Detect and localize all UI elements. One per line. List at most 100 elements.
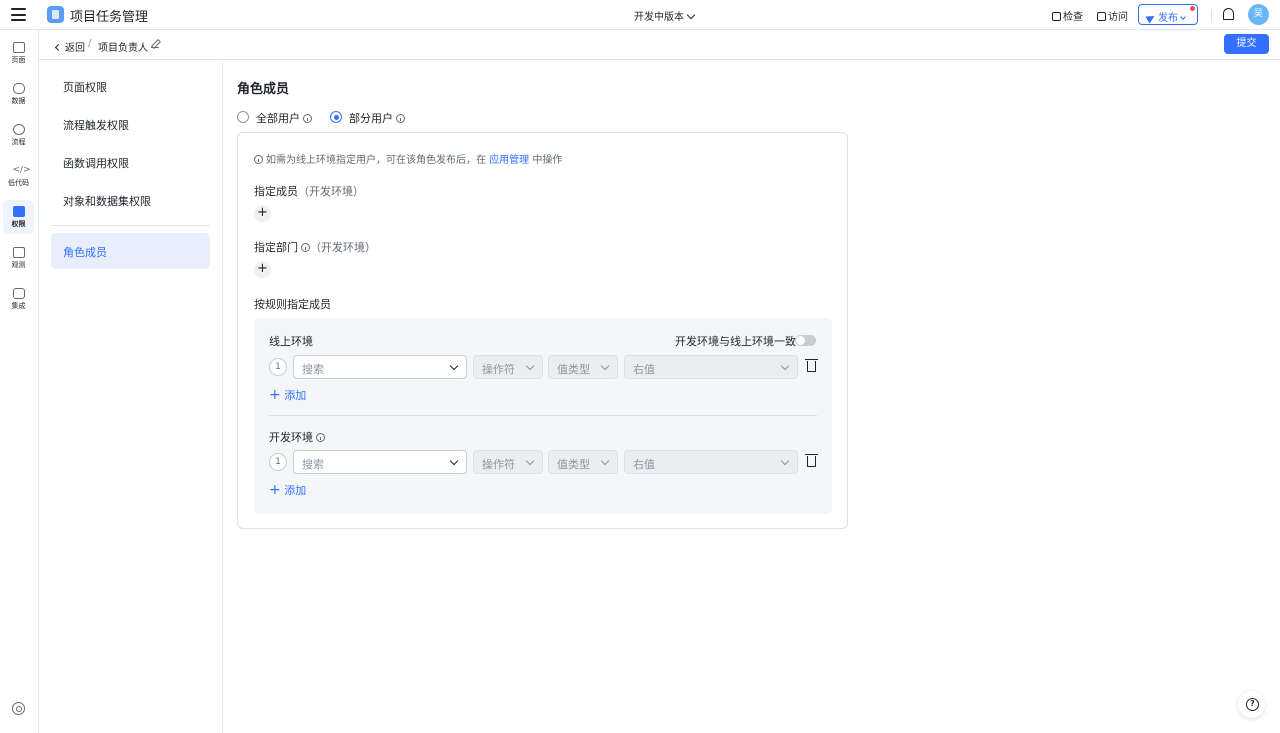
select-placeholder: 值类型 — [557, 363, 590, 376]
right-value-select[interactable]: 右值 — [624, 355, 798, 379]
select-placeholder: 操作符 — [482, 458, 515, 471]
left-nav: 页面 数据 流程 </> 低代码 权限 观测 集成 — [0, 30, 39, 733]
nav-label: 页面 — [11, 56, 26, 64]
value-type-select[interactable]: 值类型 — [548, 355, 618, 379]
nav-item-permission[interactable]: 权限 — [3, 200, 34, 234]
bell-icon[interactable] — [1223, 8, 1234, 20]
submit-button[interactable]: 提交 — [1224, 34, 1269, 54]
back-label: 返回 — [65, 43, 85, 54]
right-value-select[interactable]: 右值 — [624, 450, 798, 474]
hint-suffix: 中操作 — [532, 155, 563, 166]
select-placeholder: 右值 — [633, 458, 655, 471]
nav-label: 数据 — [11, 97, 26, 105]
inspect-icon — [1052, 12, 1061, 21]
chevron-down-icon — [525, 361, 535, 371]
radio-label-text: 部分用户 — [349, 112, 393, 125]
menu-icon[interactable] — [11, 8, 26, 21]
nav-item-flow[interactable]: 流程 — [3, 118, 34, 152]
page-icon — [12, 42, 25, 53]
label-text: 指定成员 — [254, 185, 298, 198]
role-title: 项目负责人 — [98, 43, 148, 54]
inspect-label: 检查 — [1063, 12, 1083, 23]
rule-panel: 线上环境 开发环境与线上环境一致 1 搜索 操作符 值类型 右值 + 添加 开发… — [254, 318, 832, 514]
select-placeholder: 搜索 — [302, 458, 324, 471]
menu-item-function-permission[interactable]: 函数调用权限 — [51, 144, 210, 180]
back-button[interactable]: 返回 — [54, 39, 85, 54]
monitor-icon — [12, 247, 25, 258]
rule-index: 1 — [269, 453, 287, 471]
nav-item-integration[interactable]: 集成 — [3, 282, 34, 316]
nav-label: 低代码 — [8, 179, 29, 187]
database-icon — [12, 83, 25, 94]
label-sub: （开发环境） — [310, 241, 376, 254]
chevron-down-icon — [600, 456, 610, 466]
label-text: 指定部门 — [254, 241, 298, 254]
nav-item-page[interactable]: 页面 — [3, 36, 34, 70]
briefcase-icon — [12, 206, 25, 217]
add-member-button[interactable]: + — [254, 205, 271, 222]
info-icon[interactable] — [303, 114, 312, 123]
settings-icon[interactable] — [12, 702, 25, 715]
menu-item-role-members[interactable]: 角色成员 — [51, 233, 210, 269]
visit-icon — [1097, 12, 1106, 21]
app-management-link[interactable]: 应用管理 — [489, 155, 529, 166]
select-placeholder: 操作符 — [482, 363, 515, 376]
trash-icon[interactable] — [805, 359, 818, 372]
nav-item-data[interactable]: 数据 — [3, 77, 34, 111]
notification-dot — [1190, 6, 1195, 11]
help-button[interactable] — [1238, 691, 1265, 718]
info-icon[interactable] — [316, 433, 325, 442]
divider — [269, 415, 817, 416]
nav-label: 集成 — [11, 302, 26, 310]
chevron-down-icon — [600, 361, 610, 371]
version-label: 开发中版本 — [634, 12, 684, 23]
hint-text: 如需为线上环境指定用户，可在该角色发布后，在 应用管理 中操作 — [254, 151, 562, 166]
info-icon[interactable] — [301, 243, 310, 252]
add-department-button[interactable]: + — [254, 261, 271, 278]
publish-button[interactable]: 发布 — [1138, 4, 1198, 25]
edit-icon[interactable] — [151, 40, 159, 48]
assign-departments-label: 指定部门 （开发环境） — [254, 239, 376, 255]
hint-prefix: 如需为线上环境指定用户，可在该角色发布后，在 — [266, 155, 486, 166]
publish-label: 发布 — [1158, 13, 1178, 24]
nav-label: 权限 — [11, 220, 26, 228]
info-icon[interactable] — [396, 114, 405, 123]
label-text: 开发环境 — [269, 431, 313, 444]
radio-partial-users-label: 部分用户 — [349, 110, 405, 126]
visit-button[interactable]: 访问 — [1097, 8, 1128, 23]
add-online-rule-button[interactable]: + 添加 — [269, 387, 306, 403]
trash-icon[interactable] — [805, 454, 818, 467]
online-env-label: 线上环境 — [269, 335, 313, 348]
permission-menu: 页面权限 流程触发权限 函数调用权限 对象和数据集权限 角色成员 — [39, 61, 223, 733]
sync-toggle[interactable] — [795, 335, 816, 346]
radio-partial-users[interactable] — [330, 111, 342, 123]
select-placeholder: 值类型 — [557, 458, 590, 471]
chevron-down-icon — [449, 456, 459, 466]
flow-icon — [12, 124, 25, 135]
chevron-down-icon — [686, 10, 696, 20]
inspect-button[interactable]: 检查 — [1052, 8, 1083, 23]
add-dev-rule-button[interactable]: + 添加 — [269, 482, 306, 498]
chevron-left-icon — [54, 43, 63, 52]
app-logo-icon — [47, 6, 64, 23]
chevron-down-icon — [1180, 14, 1186, 20]
visit-label: 访问 — [1108, 12, 1128, 23]
select-placeholder: 搜索 — [302, 363, 324, 376]
version-selector[interactable]: 开发中版本 — [634, 8, 696, 23]
search-select[interactable]: 搜索 — [293, 355, 467, 379]
operator-select[interactable]: 操作符 — [473, 450, 543, 474]
nav-item-lowcode[interactable]: </> 低代码 — [3, 159, 34, 193]
menu-item-flow-permission[interactable]: 流程触发权限 — [51, 106, 210, 142]
operator-select[interactable]: 操作符 — [473, 355, 543, 379]
radio-all-users-label: 全部用户 — [256, 110, 312, 126]
value-type-select[interactable]: 值类型 — [548, 450, 618, 474]
avatar[interactable]: 吴 — [1248, 4, 1269, 25]
nav-item-monitor[interactable]: 观测 — [3, 241, 34, 275]
menu-item-object-permission[interactable]: 对象和数据集权限 — [51, 182, 210, 218]
rule-title: 按规则指定成员 — [254, 298, 331, 311]
search-select[interactable]: 搜索 — [293, 450, 467, 474]
sub-bar: 返回 / 项目负责人 提交 — [39, 30, 1280, 60]
radio-all-users[interactable] — [237, 111, 249, 123]
chevron-down-icon — [525, 456, 535, 466]
menu-item-page-permission[interactable]: 页面权限 — [51, 68, 210, 104]
